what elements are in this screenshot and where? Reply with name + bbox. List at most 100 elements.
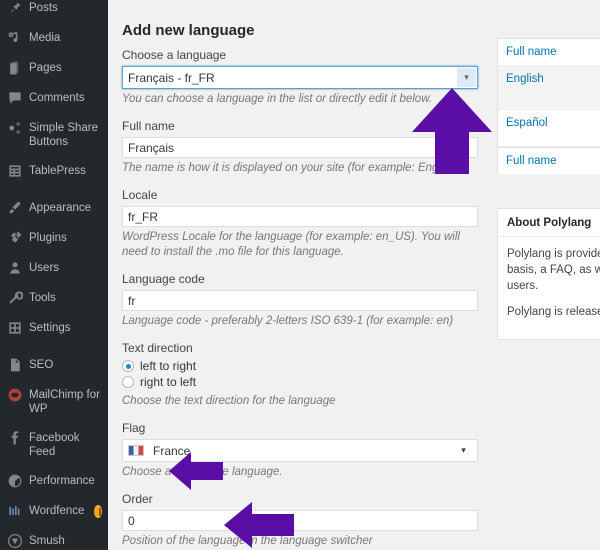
chevron-down-icon[interactable]: ▾ [454, 441, 473, 460]
admin-sidebar: Posts Media Pages Comments Simple Share [0, 0, 108, 550]
media-icon [7, 30, 23, 46]
locale-description: WordPress Locale for the language (for e… [122, 230, 478, 260]
sidebar-item-posts[interactable]: Posts [0, 0, 108, 23]
flag-label: Flag [122, 421, 478, 435]
language-code-label: Language code [122, 272, 478, 286]
field-text-direction: Text direction left to right right to le… [122, 341, 478, 389]
screenshot-root: Posts Media Pages Comments Simple Share [0, 0, 600, 550]
sidebar-item-label: Appearance [29, 200, 91, 215]
wrench-icon [7, 290, 23, 306]
sidebar-item-label: Wordfence [29, 503, 84, 518]
field-locale: Locale [122, 188, 478, 227]
language-code-input[interactable] [122, 290, 478, 311]
sidebar-item-label: Users [29, 260, 59, 275]
choose-language-value: Français - fr_FR [128, 71, 215, 85]
sidebar-item-label: Settings [29, 320, 71, 335]
sidebar-item-media[interactable]: Media [0, 23, 108, 53]
choose-language-label: Choose a language [122, 48, 478, 62]
sidebar-item-tools[interactable]: Tools [0, 283, 108, 313]
sidebar-item-label: Simple Share Buttons [29, 120, 102, 149]
order-description: Position of the language in the language… [122, 534, 478, 549]
france-flag-icon [128, 445, 144, 456]
sidebar-item-label: Facebook Feed [29, 430, 102, 459]
field-choose-language: Choose a language Français - fr_FR ▾ [122, 48, 478, 89]
sidebar-item-label: Plugins [29, 230, 67, 245]
table-column-header-full-name[interactable]: Full name [498, 39, 600, 66]
plug-icon [7, 230, 23, 246]
performance-icon [7, 473, 23, 489]
about-paragraph-line: basis, a FAQ, as well [507, 262, 600, 278]
sidebar-item-facebook-feed[interactable]: Facebook Feed [0, 423, 108, 466]
arrow-left-to-order-field [169, 452, 223, 490]
order-label: Order [122, 492, 478, 506]
language-code-description: Language code - preferably 2-letters ISO… [122, 314, 478, 329]
languages-list-table: Full name English Español Full name [497, 38, 600, 174]
sidebar-item-settings[interactable]: Settings [0, 313, 108, 343]
table-row[interactable]: English [498, 66, 600, 110]
sidebar-item-performance[interactable]: Performance [0, 466, 108, 496]
page-title: Add new language [122, 22, 255, 39]
about-paragraph-line: Polylang is provided w [507, 246, 600, 262]
arrow-up-to-language-select [412, 88, 492, 174]
field-language-code: Language code [122, 272, 478, 311]
share-icon [7, 120, 23, 136]
sidebar-item-label: Pages [29, 60, 62, 75]
radio-right-to-left-label: right to left [140, 375, 196, 389]
sidebar-item-label: TablePress [29, 163, 86, 178]
sidebar-item-users[interactable]: Users [0, 253, 108, 283]
sidebar-item-label: Posts [29, 0, 58, 15]
seo-icon [7, 357, 23, 373]
about-paragraph-line: users. [507, 278, 600, 294]
pin-icon [7, 0, 23, 16]
table-column-footer-full-name[interactable]: Full name [498, 147, 600, 174]
sidebar-item-wordfence[interactable]: Wordfence [0, 496, 108, 526]
settings-icon [7, 320, 23, 336]
wordfence-update-badge [94, 505, 102, 518]
sidebar-item-mailchimp-for-wp[interactable]: MailChimp for WP [0, 380, 108, 423]
about-polylang-title: About Polylang [498, 209, 600, 237]
comments-icon [7, 90, 23, 106]
about-paragraph-line: Polylang is released u [507, 304, 600, 320]
sidebar-item-label: MailChimp for WP [29, 387, 102, 416]
about-polylang-box: About Polylang Polylang is provided w ba… [497, 208, 600, 340]
sidebar-item-pages[interactable]: Pages [0, 53, 108, 83]
sidebar-item-label: Performance [29, 473, 95, 488]
chevron-down-icon[interactable]: ▾ [457, 68, 476, 87]
mailchimp-icon [7, 387, 23, 403]
choose-language-select-wrapper[interactable]: Français - fr_FR ▾ [122, 66, 478, 89]
sidebar-item-label: Comments [29, 90, 85, 105]
radio-right-to-left[interactable]: right to left [122, 375, 478, 389]
text-direction-label: Text direction [122, 341, 478, 355]
locale-label: Locale [122, 188, 478, 202]
arrow-left-to-submit-button [224, 502, 294, 548]
table-row[interactable]: Español [498, 110, 600, 147]
users-icon [7, 260, 23, 276]
sidebar-item-appearance[interactable]: Appearance [0, 193, 108, 223]
smush-icon [7, 533, 23, 549]
text-direction-description: Choose the text direction for the langua… [122, 394, 478, 409]
facebook-icon [7, 430, 23, 446]
sidebar-item-seo[interactable]: SEO [0, 350, 108, 380]
radio-left-to-right[interactable]: left to right [122, 359, 478, 373]
sidebar-item-label: SEO [29, 357, 53, 372]
locale-input[interactable] [122, 206, 478, 227]
sidebar-item-label: Media [29, 30, 60, 45]
sidebar-item-label: Tools [29, 290, 56, 305]
order-input[interactable] [122, 510, 478, 531]
radio-left-to-right-control[interactable] [122, 360, 134, 372]
sidebar-item-label: Smush [29, 533, 65, 548]
radio-left-to-right-label: left to right [140, 359, 196, 373]
sidebar-item-comments[interactable]: Comments [0, 83, 108, 113]
pages-icon [7, 60, 23, 76]
table-icon [7, 163, 23, 179]
field-order: Order [122, 492, 478, 531]
sidebar-item-tablepress[interactable]: TablePress [0, 156, 108, 186]
choose-language-select[interactable]: Français - fr_FR ▾ [122, 66, 478, 89]
sidebar-item-smush[interactable]: Smush [0, 526, 108, 550]
radio-right-to-left-control[interactable] [122, 376, 134, 388]
wordfence-icon [7, 503, 23, 519]
sidebar-item-plugins[interactable]: Plugins [0, 223, 108, 253]
about-polylang-body: Polylang is provided w basis, a FAQ, as … [498, 237, 600, 339]
brush-icon [7, 200, 23, 216]
sidebar-item-simple-share-buttons[interactable]: Simple Share Buttons [0, 113, 108, 156]
